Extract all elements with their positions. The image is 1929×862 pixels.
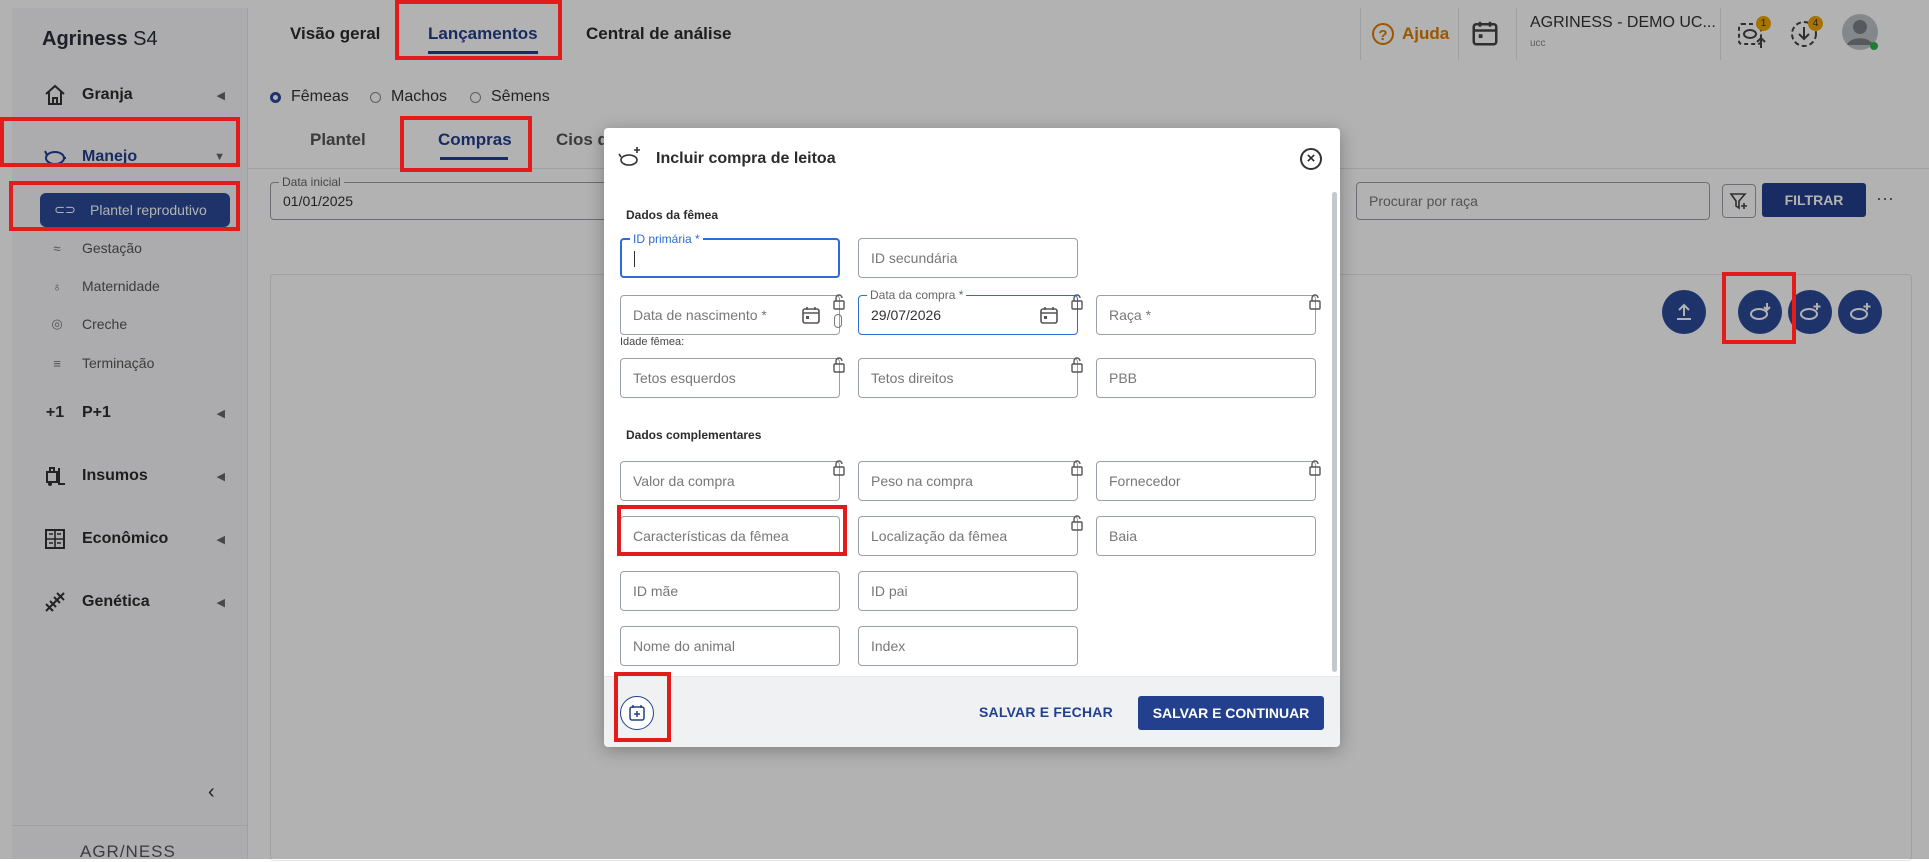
valor-compra-field[interactable]: Valor da compra bbox=[620, 461, 840, 501]
section-title-dados-femea: Dados da fêmea bbox=[626, 208, 719, 222]
save-continue-button[interactable]: SALVAR E CONTINUAR bbox=[1138, 696, 1324, 730]
lock-open-icon[interactable] bbox=[1070, 460, 1084, 476]
id-pai-field[interactable]: ID pai bbox=[858, 571, 1078, 611]
lock-open-icon[interactable] bbox=[1070, 357, 1084, 373]
lock-open-icon[interactable] bbox=[832, 460, 846, 476]
index-field[interactable]: Index bbox=[858, 626, 1078, 666]
scroll-mouse-icon bbox=[834, 314, 842, 328]
section-title-dados-complementares: Dados complementares bbox=[626, 428, 762, 442]
raca-field[interactable]: Raça * bbox=[1096, 295, 1316, 335]
add-calendar-button[interactable] bbox=[620, 696, 654, 730]
save-close-button[interactable]: SALVAR E FECHAR bbox=[979, 704, 1113, 720]
scrollbar[interactable] bbox=[1332, 192, 1337, 672]
caracteristicas-femea-field[interactable]: Características da fêmea bbox=[620, 516, 840, 556]
id-mae-field[interactable]: ID mãe bbox=[620, 571, 840, 611]
idade-femea-label: Idade fêmea: bbox=[620, 336, 685, 348]
tetos-direitos-field[interactable]: Tetos direitos bbox=[858, 358, 1078, 398]
id-secundaria-field[interactable]: ID secundária bbox=[858, 238, 1078, 278]
text-cursor bbox=[634, 251, 635, 267]
lock-open-icon[interactable] bbox=[1070, 515, 1084, 531]
nome-animal-field[interactable]: Nome do animal bbox=[620, 626, 840, 666]
lock-open-icon[interactable] bbox=[1070, 294, 1084, 310]
tetos-esquerdos-field[interactable]: Tetos esquerdos bbox=[620, 358, 840, 398]
close-icon[interactable]: × bbox=[1300, 148, 1322, 170]
baia-field[interactable]: Baia bbox=[1096, 516, 1316, 556]
lock-open-icon[interactable] bbox=[832, 357, 846, 373]
calendar-icon[interactable] bbox=[801, 305, 821, 325]
calendar-plus-icon bbox=[629, 705, 645, 721]
localizacao-femea-field[interactable]: Localização da fêmea bbox=[858, 516, 1078, 556]
id-primaria-field[interactable]: ID primária * bbox=[620, 232, 840, 278]
lock-open-icon[interactable] bbox=[1308, 460, 1322, 476]
data-compra-field[interactable]: Data da compra * 29/07/2026 bbox=[858, 288, 1078, 335]
peso-compra-field[interactable]: Peso na compra bbox=[858, 461, 1078, 501]
pig-plus-icon bbox=[618, 144, 644, 175]
calendar-icon[interactable] bbox=[1039, 305, 1059, 325]
pbb-field[interactable]: PBB bbox=[1096, 358, 1316, 398]
data-nascimento-field[interactable]: Data de nascimento * bbox=[620, 295, 840, 335]
lock-open-icon[interactable] bbox=[1308, 294, 1322, 310]
include-purchase-modal: Incluir compra de leitoa × Dados da fême… bbox=[604, 128, 1340, 747]
modal-title: Incluir compra de leitoa bbox=[656, 150, 836, 167]
fornecedor-field[interactable]: Fornecedor bbox=[1096, 461, 1316, 501]
lock-open-icon[interactable] bbox=[832, 294, 846, 310]
